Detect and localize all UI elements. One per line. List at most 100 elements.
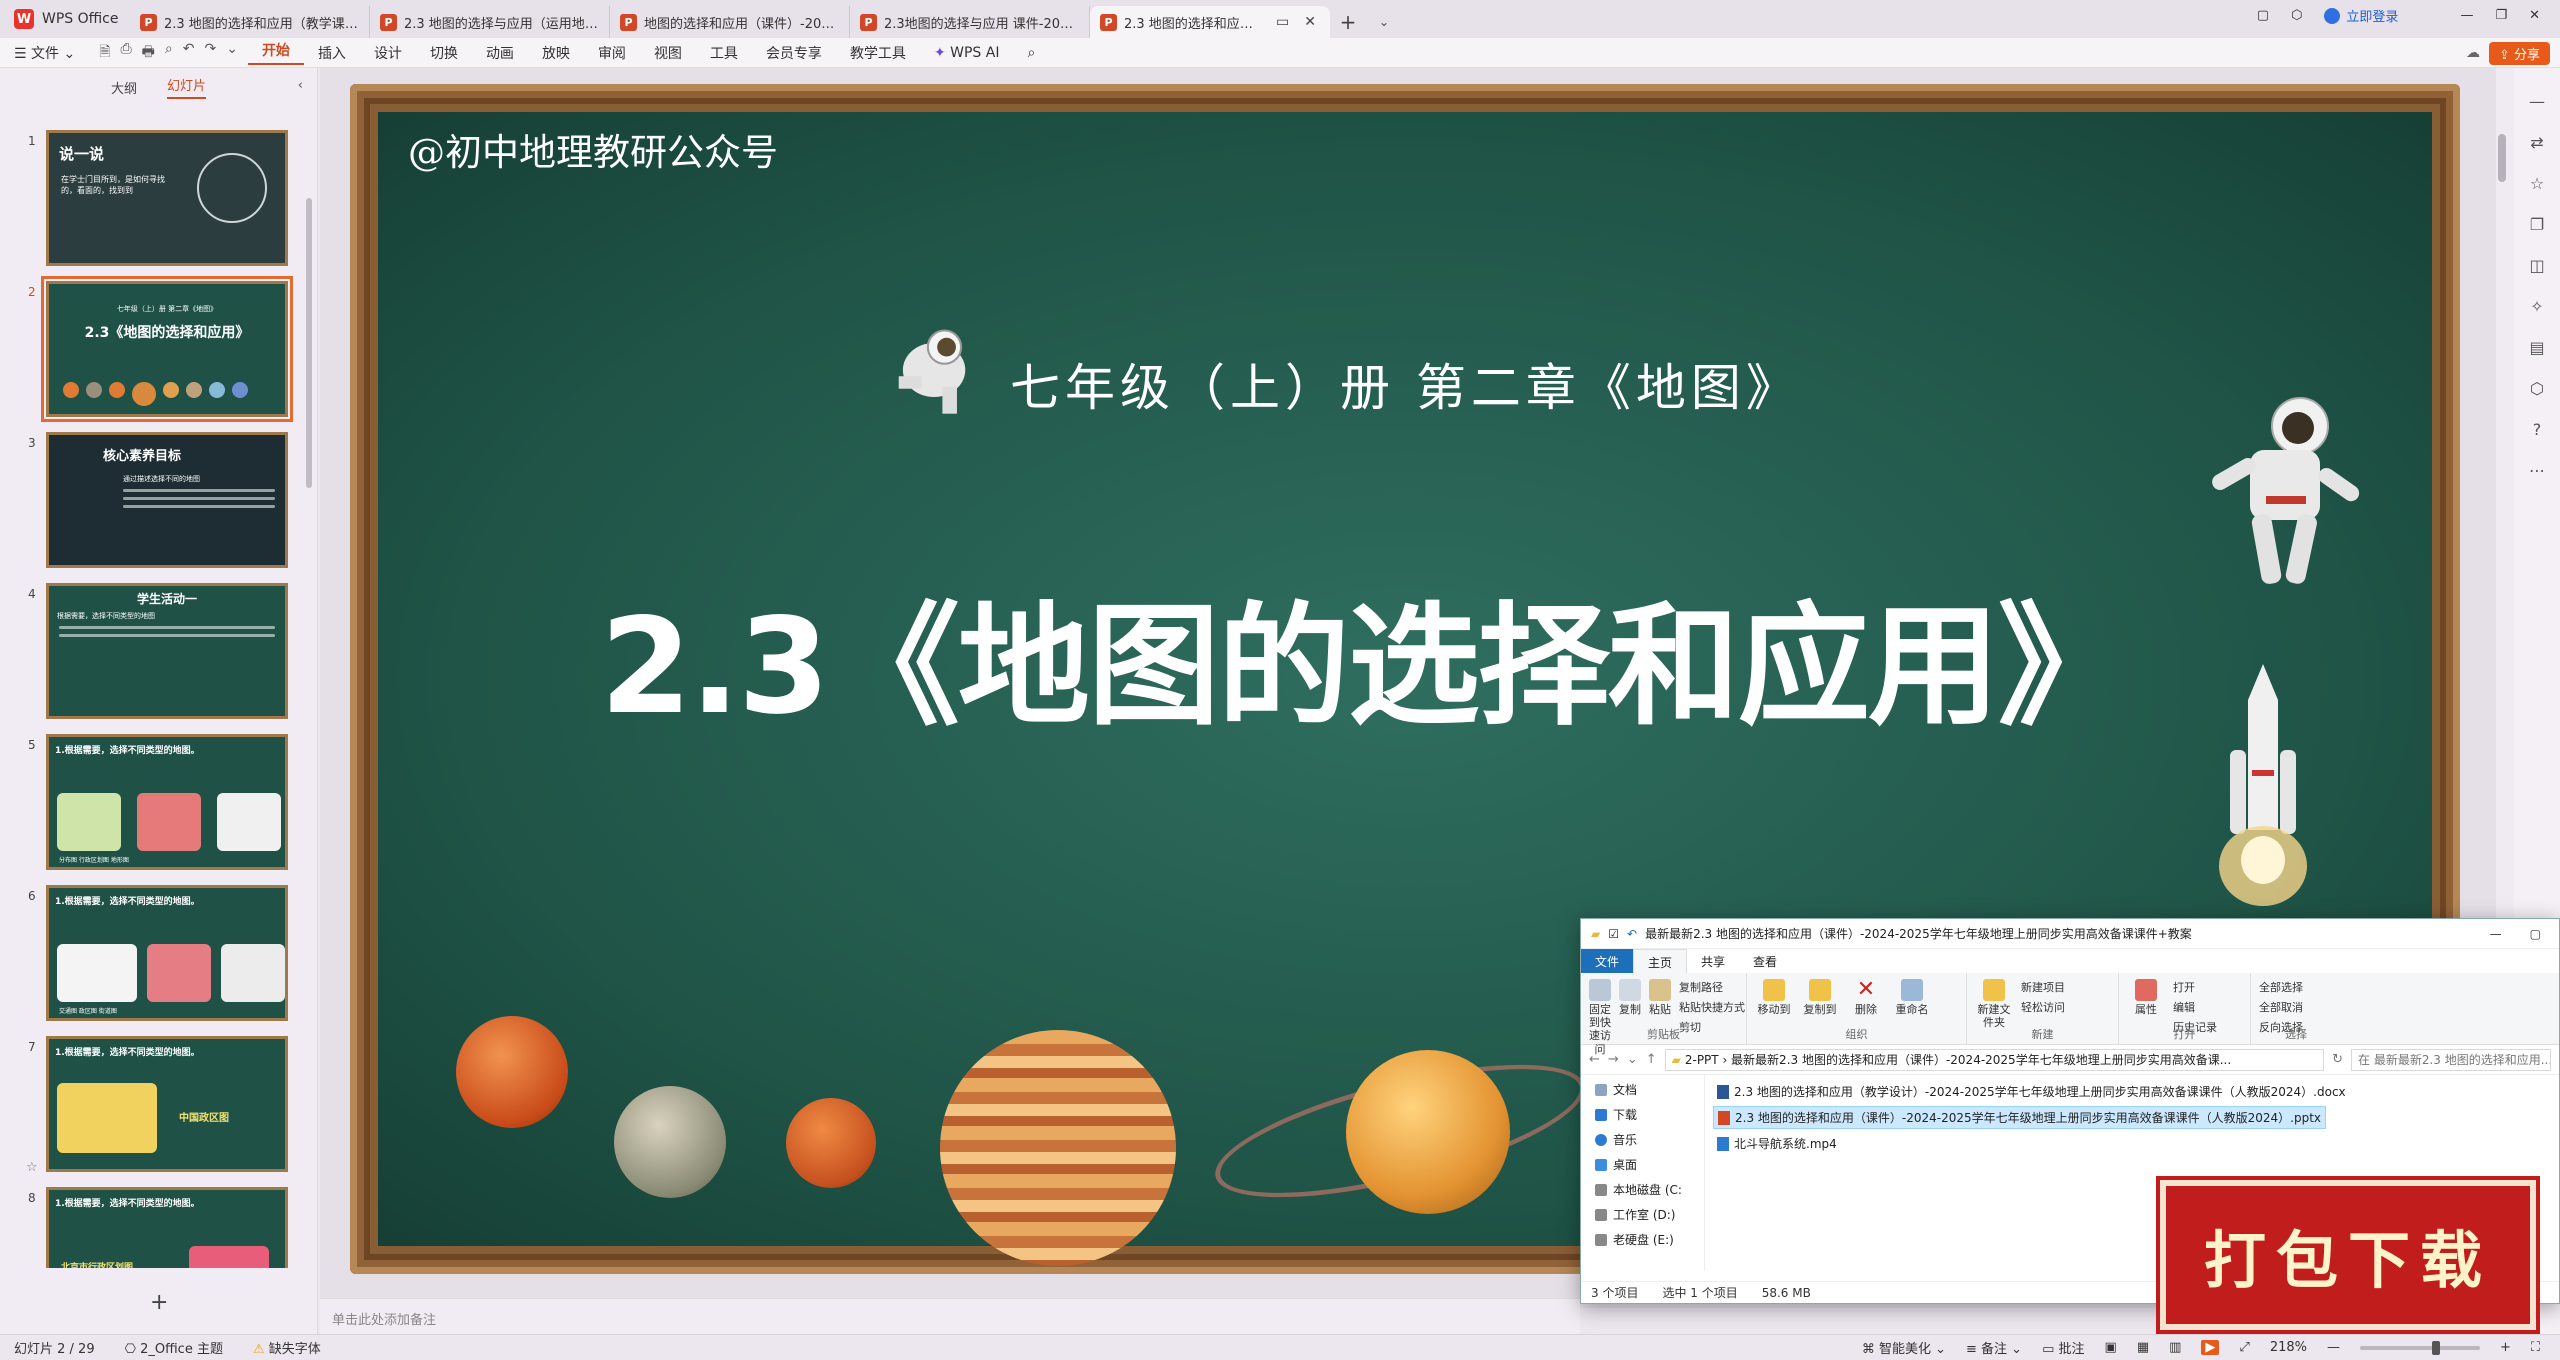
tab-share[interactable]: 共享 <box>1687 949 1739 973</box>
up-icon[interactable]: ↑ <box>1646 1052 1657 1067</box>
delete-button[interactable]: ✕ 删除 <box>1847 979 1885 1017</box>
paste-button[interactable]: 粘贴 <box>1649 979 1671 1016</box>
close-tab-icon[interactable]: ✕ <box>1300 14 1320 30</box>
move-to-button[interactable]: 移动到 <box>1755 979 1793 1016</box>
normal-view-icon[interactable]: ▣ <box>2105 1340 2117 1355</box>
magic-icon[interactable]: ✧ <box>2530 297 2543 316</box>
save-icon[interactable]: 🗎 <box>99 41 110 65</box>
open-button[interactable]: 打开 <box>2173 979 2217 995</box>
refresh-icon[interactable]: ↻ <box>2332 1052 2343 1067</box>
properties-icon[interactable]: ☑ <box>1608 927 1619 941</box>
missing-font[interactable]: ⚠ 缺失字体 <box>253 1338 321 1357</box>
shape-icon[interactable]: ◫ <box>2529 256 2544 275</box>
new-tab-button[interactable]: + <box>1330 6 1366 38</box>
minus-icon[interactable]: — <box>2529 92 2545 111</box>
collapse-panel-icon[interactable]: ‹ <box>298 78 303 93</box>
file-row[interactable]: 2.3 地图的选择和应用（教学设计）-2024-2025学年七年级地理上册同步实… <box>1713 1081 2350 1102</box>
tab-list-chevron-icon[interactable]: ⌄ <box>1366 6 1402 38</box>
explorer-search-input[interactable]: 在 最新最新2.3 地图的选择和应用... <box>2351 1048 2551 1071</box>
share-button[interactable]: ⇪ 分享 <box>2488 42 2550 65</box>
preview-icon[interactable]: ⌕ <box>165 41 173 65</box>
nav-item-drive-d[interactable]: 工作室 (D:) <box>1595 1206 1704 1223</box>
menu-insert[interactable]: 插入 <box>304 43 360 63</box>
download-badge[interactable]: 打包下载 <box>2160 1180 2536 1330</box>
zoom-slider[interactable] <box>2359 1340 2480 1355</box>
nav-item-music[interactable]: 音乐 <box>1595 1131 1704 1148</box>
easy-access-button[interactable]: 轻松访问 <box>2021 999 2065 1015</box>
zoom-out-icon[interactable]: — <box>2327 1340 2340 1355</box>
fit-icon[interactable]: ⤢ <box>2239 1340 2249 1355</box>
new-item-button[interactable]: 新建项目 <box>2021 979 2065 995</box>
panel-scrollbar[interactable] <box>306 198 312 488</box>
menu-home[interactable]: 开始 <box>247 40 304 65</box>
grid-view-icon[interactable]: ▦ <box>2137 1340 2149 1355</box>
maximize-icon[interactable]: ❐ <box>2495 8 2507 23</box>
select-all-button[interactable]: 全部选择 <box>2259 979 2303 995</box>
tab-home[interactable]: 主页 <box>1633 949 1688 973</box>
theme-name[interactable]: ⎔ 2_Office 主题 <box>125 1338 223 1357</box>
menu-member[interactable]: 会员专享 <box>752 43 836 63</box>
slide-thumbnail[interactable]: 1.根据需要，选择不同类型的地图。 中国政区图 <box>46 1036 288 1172</box>
zoom-slider-thumb[interactable] <box>2431 1340 2440 1355</box>
reading-view-icon[interactable]: ▥ <box>2169 1340 2181 1355</box>
layout-icon[interactable]: ▢ <box>2257 8 2269 23</box>
redo-icon[interactable]: ↷ <box>204 41 216 65</box>
undo-icon[interactable]: ↶ <box>183 41 195 65</box>
slide-thumbnail[interactable]: 学生活动一 根据需要，选择不同类型的地图 <box>46 583 288 719</box>
menu-animation[interactable]: 动画 <box>472 43 528 63</box>
select-none-button[interactable]: 全部取消 <box>2259 999 2303 1015</box>
copy-button[interactable]: 复制 <box>1619 979 1641 1016</box>
wps-home-tab[interactable]: W WPS Office <box>0 0 130 38</box>
minimize-icon[interactable]: — <box>2460 8 2473 23</box>
nav-item-downloads[interactable]: 下载 <box>1595 1106 1704 1123</box>
notes-toggle[interactable]: ≡ 备注 ⌄ <box>1966 1338 2022 1357</box>
copy-icon[interactable]: ❐ <box>2530 215 2544 234</box>
menu-tools[interactable]: 工具 <box>696 43 752 63</box>
fullscreen-icon[interactable]: ⛶ <box>2531 1340 2540 1355</box>
doc-tab[interactable]: P 地图的选择和应用（课件）-2024-20 <box>610 6 850 38</box>
notes-field[interactable]: 单击此处添加备注 <box>320 1298 1580 1334</box>
menu-slideshow[interactable]: 放映 <box>528 43 584 63</box>
print-icon[interactable]: 🖶 <box>142 41 155 65</box>
slide-thumbnail[interactable]: 说一说 在学士门目所到，是如何寻找的，看面的，找到到 <box>46 130 288 266</box>
properties-button[interactable]: 属性 <box>2127 979 2165 1016</box>
monitor-icon[interactable]: ▭ <box>1272 14 1293 30</box>
play-icon[interactable]: ▶ <box>2201 1340 2220 1355</box>
star-icon[interactable]: ☆ <box>2530 174 2544 193</box>
close-window-icon[interactable]: ✕ <box>2529 8 2540 23</box>
menu-file[interactable]: ☰ 文件 ⌄ <box>0 43 89 63</box>
file-row[interactable]: 北斗导航系统.mp4 <box>1713 1133 1841 1154</box>
export-icon[interactable]: ⎙ <box>120 41 131 65</box>
tab-outline[interactable]: 大纲 <box>111 78 137 97</box>
maximize-icon[interactable]: ▢ <box>2530 927 2541 941</box>
tab-file[interactable]: 文件 <box>1581 949 1634 973</box>
nav-item-drive-e[interactable]: 老硬盘 (E:) <box>1595 1231 1704 1248</box>
comments-toggle[interactable]: ▭ 批注 <box>2042 1338 2084 1357</box>
undo-icon[interactable]: ↶ <box>1627 927 1637 941</box>
box-icon[interactable]: ⬡ <box>2291 8 2302 23</box>
menu-transition[interactable]: 切换 <box>416 43 472 63</box>
rename-button[interactable]: 重命名 <box>1893 979 1931 1016</box>
book-icon[interactable]: ▤ <box>2529 338 2544 357</box>
menu-view[interactable]: 视图 <box>640 43 696 63</box>
adjust-icon[interactable]: ⇄ <box>2530 133 2543 152</box>
canvas-scroll-thumb[interactable] <box>2498 134 2506 182</box>
add-slide-button[interactable]: + <box>150 1290 168 1315</box>
doc-tab-active[interactable]: P 2.3 地图的选择和应用（课件） ▭ ✕ <box>1090 6 1330 38</box>
more-chevron-icon[interactable]: ⌄ <box>226 41 238 65</box>
more-icon[interactable]: ⋯ <box>2529 461 2545 480</box>
smart-beautify[interactable]: ⌘ 智能美化 ⌄ <box>1862 1338 1946 1357</box>
menu-design[interactable]: 设计 <box>360 43 416 63</box>
doc-tab[interactable]: P 2.3 地图的选择与应用（运用地图—— <box>370 6 610 38</box>
doc-tab[interactable]: P 2.3地图的选择与应用 课件-2024-202 <box>850 6 1090 38</box>
search-icon[interactable]: ⌕ <box>1013 45 1049 61</box>
slide-thumbnail[interactable]: 1.根据需要，选择不同类型的地图。 分布图 行政区划图 地形图 <box>46 734 288 870</box>
login-button[interactable]: 立即登录 <box>2324 6 2398 25</box>
doc-tab[interactable]: P 2.3 地图的选择和应用（教学课件）- <box>130 6 370 38</box>
recent-chevron-icon[interactable]: ⌄ <box>1627 1052 1638 1067</box>
slide-thumbnail[interactable]: 1.根据需要，选择不同类型的地图。 交通图 政区图 街道图 <box>46 885 288 1021</box>
menu-review[interactable]: 审阅 <box>584 43 640 63</box>
paste-shortcut-button[interactable]: 粘贴快捷方式 <box>1679 999 1745 1015</box>
nav-item-desktop[interactable]: 桌面 <box>1595 1156 1704 1173</box>
minimize-icon[interactable]: — <box>2490 927 2502 941</box>
